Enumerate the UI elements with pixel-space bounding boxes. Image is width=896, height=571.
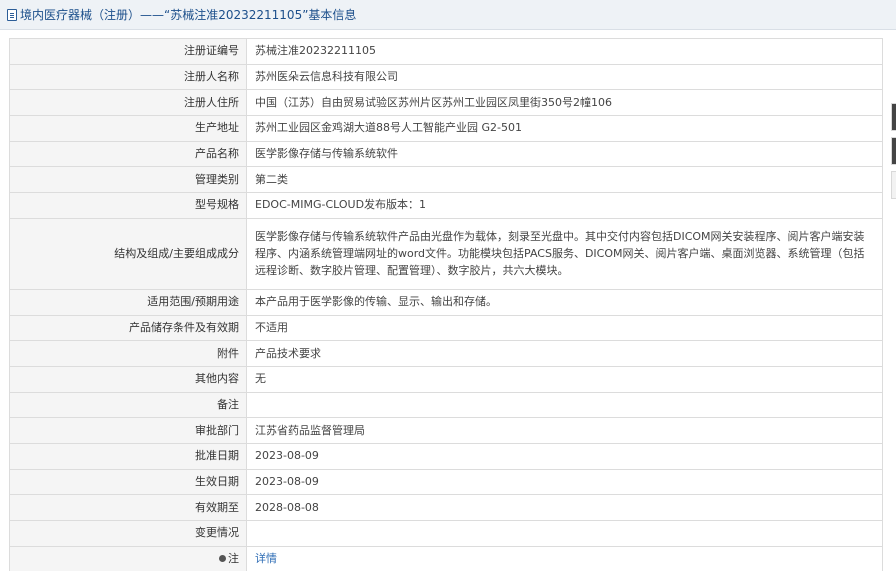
table-row: 生产地址 苏州工业园区金鸡湖大道88号人工智能产业园 G2-501 — [9, 115, 883, 142]
table-row: 变更情况 — [9, 520, 883, 547]
row-label: 生效日期 — [9, 468, 247, 496]
note-label-cell: 注 — [9, 545, 247, 571]
details-link[interactable]: 详情 — [255, 552, 277, 565]
document-icon — [7, 8, 17, 21]
side-tab[interactable] — [891, 103, 896, 131]
table-row: 其他内容 无 — [9, 365, 883, 393]
table-row: 审批部门 江苏省药品监督管理局 — [9, 417, 883, 444]
row-value — [246, 391, 883, 419]
table-row: 注册人名称 苏州医朵云信息科技有限公司 — [9, 63, 883, 91]
table-row: 附件 产品技术要求 — [9, 340, 883, 367]
row-label: 注册人名称 — [9, 63, 247, 91]
table-row: 管理类别 第二类 — [9, 166, 883, 194]
row-value: 中国（江苏）自由贸易试验区苏州片区苏州工业园区凤里街350号2幢106 — [246, 89, 883, 117]
row-label: 其他内容 — [9, 365, 247, 393]
side-tab[interactable] — [891, 171, 896, 199]
row-value: 2028-08-08 — [246, 494, 883, 521]
row-value: 2023-08-09 — [246, 442, 883, 470]
row-value: 苏州工业园区金鸡湖大道88号人工智能产业园 G2-501 — [246, 115, 883, 142]
row-value: 不适用 — [246, 314, 883, 342]
table-row: 型号规格 EDOC-MIMG-CLOUD发布版本：1 — [9, 192, 883, 219]
table-row: 适用范围/预期用途 本产品用于医学影像的传输、显示、输出和存储。 — [9, 288, 883, 316]
table-row: 批准日期 2023-08-09 — [9, 442, 883, 470]
page-header: 境内医疗器械（注册）——“苏械注准20232211105”基本信息 — [0, 0, 896, 30]
row-value: 苏州医朵云信息科技有限公司 — [246, 63, 883, 91]
row-label: 附件 — [9, 340, 247, 367]
info-table: 注册证编号 苏械注准20232211105 注册人名称 苏州医朵云信息科技有限公… — [9, 38, 883, 571]
pin-icon — [219, 555, 226, 563]
row-label: 备注 — [9, 391, 247, 419]
row-label: 型号规格 — [9, 192, 247, 219]
table-row: 生效日期 2023-08-09 — [9, 468, 883, 496]
row-label: 注册证编号 — [9, 38, 247, 65]
row-value: 本产品用于医学影像的传输、显示、输出和存储。 — [246, 288, 883, 316]
row-label: 结构及组成/主要组成成分 — [9, 217, 247, 290]
table-row: 备注 — [9, 391, 883, 419]
row-value: 医学影像存储与传输系统软件 — [246, 140, 883, 168]
table-row: 有效期至 2028-08-08 — [9, 494, 883, 521]
page-title: 境内医疗器械（注册）——“苏械注准20232211105”基本信息 — [20, 8, 357, 22]
note-value-cell: 详情 — [246, 545, 883, 571]
side-tab[interactable] — [891, 137, 896, 165]
row-value: EDOC-MIMG-CLOUD发布版本：1 — [246, 192, 883, 219]
row-value: 2023-08-09 — [246, 468, 883, 496]
table-row: 产品储存条件及有效期 不适用 — [9, 314, 883, 342]
row-label: 审批部门 — [9, 417, 247, 444]
row-value: 产品技术要求 — [246, 340, 883, 367]
table-row: 注册人住所 中国（江苏）自由贸易试验区苏州片区苏州工业园区凤里街350号2幢10… — [9, 89, 883, 117]
row-value: 无 — [246, 365, 883, 393]
row-value: 医学影像存储与传输系统软件产品由光盘作为载体，刻录至光盘中。其中交付内容包括DI… — [246, 217, 883, 290]
table-row: 注册证编号 苏械注准20232211105 — [9, 38, 883, 65]
row-label: 产品名称 — [9, 140, 247, 168]
note-row: 注 详情 — [9, 545, 883, 571]
row-value — [246, 520, 883, 547]
row-label: 生产地址 — [9, 115, 247, 142]
row-label: 注册人住所 — [9, 89, 247, 117]
note-label: 注 — [228, 552, 239, 566]
row-label: 管理类别 — [9, 166, 247, 194]
row-label: 有效期至 — [9, 494, 247, 521]
side-toolbar — [891, 103, 896, 215]
row-label: 变更情况 — [9, 520, 247, 547]
row-value: 江苏省药品监督管理局 — [246, 417, 883, 444]
row-label: 产品储存条件及有效期 — [9, 314, 247, 342]
row-value: 第二类 — [246, 166, 883, 194]
row-label: 适用范围/预期用途 — [9, 288, 247, 316]
row-value: 苏械注准20232211105 — [246, 38, 883, 65]
table-row: 结构及组成/主要组成成分 医学影像存储与传输系统软件产品由光盘作为载体，刻录至光… — [9, 217, 883, 290]
row-label: 批准日期 — [9, 442, 247, 470]
table-row: 产品名称 医学影像存储与传输系统软件 — [9, 140, 883, 168]
